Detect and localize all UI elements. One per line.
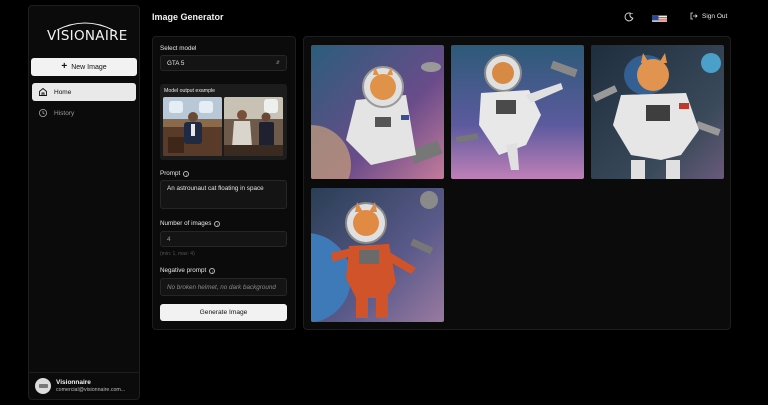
generate-image-button[interactable]: Generate Image <box>160 304 287 321</box>
sign-out-label: Sign Out <box>702 12 728 20</box>
history-icon <box>38 108 48 118</box>
num-images-hint: (min: 1, max: 4) <box>160 251 195 257</box>
example-image-1 <box>163 97 222 156</box>
plus-icon: + <box>61 61 68 72</box>
page-title: Image Generator <box>152 12 224 22</box>
generated-image-4[interactable] <box>311 188 444 322</box>
generated-image-2[interactable] <box>451 45 584 179</box>
sidebar: VISIONAIRE + New Image Home History Visi… <box>28 5 140 400</box>
model-select-value: GTA 5 <box>167 59 185 67</box>
sidebar-item-label: Home <box>54 88 72 96</box>
sidebar-item-home[interactable]: Home <box>32 83 136 101</box>
avatar <box>35 378 51 394</box>
num-images-label-text: Number of images <box>160 220 212 227</box>
new-image-label: New Image <box>71 63 107 71</box>
chevron-updown-icon: ⇵ <box>275 60 280 66</box>
moon-sun-icon[interactable] <box>623 11 635 23</box>
info-icon[interactable]: i <box>183 170 190 177</box>
prompt-input[interactable]: An astrounaut cat floating in space <box>160 180 287 209</box>
sidebar-item-history[interactable]: History <box>32 104 136 122</box>
example-image-2 <box>224 97 283 156</box>
image-gallery <box>303 36 731 330</box>
generator-form: Select model GTA 5 ⇵ Model output exampl… <box>152 36 296 330</box>
sign-out-icon <box>690 12 698 20</box>
negative-prompt-label-text: Negative prompt <box>160 267 207 274</box>
user-email: comercial@visionnaire.com... <box>56 387 126 393</box>
logo: VISIONAIRE <box>47 18 128 50</box>
user-profile[interactable]: Visionnaire comercial@visionnaire.com... <box>35 378 125 394</box>
num-images-label: Number of images i <box>160 220 221 227</box>
model-output-example: Model output example <box>160 84 287 160</box>
prompt-label: Prompt i <box>160 170 190 177</box>
user-name: Visionnaire <box>56 379 91 386</box>
generated-image-1[interactable] <box>311 45 444 179</box>
sign-out-button[interactable]: Sign Out <box>690 12 727 20</box>
info-icon[interactable]: i <box>214 220 221 227</box>
home-icon <box>39 87 47 96</box>
model-label-text: Select model <box>160 45 197 52</box>
prompt-label-text: Prompt <box>160 170 181 177</box>
model-label: Select model <box>160 45 196 52</box>
num-images-input[interactable]: 4 <box>160 231 287 247</box>
info-icon[interactable]: i <box>209 267 216 274</box>
new-image-button[interactable]: + New Image <box>31 58 137 76</box>
sidebar-divider <box>29 372 139 373</box>
generated-image-3[interactable] <box>591 45 724 179</box>
sidebar-item-label: History <box>54 109 75 117</box>
example-title: Model output example <box>164 88 216 94</box>
negative-prompt-label: Negative prompt i <box>160 267 216 274</box>
negative-prompt-input[interactable]: No broken helmet, no dark background <box>160 278 287 296</box>
us-flag-icon[interactable] <box>652 12 667 22</box>
model-select[interactable]: GTA 5 ⇵ <box>160 55 287 71</box>
logo-text: VISIONAIRE <box>47 28 128 44</box>
